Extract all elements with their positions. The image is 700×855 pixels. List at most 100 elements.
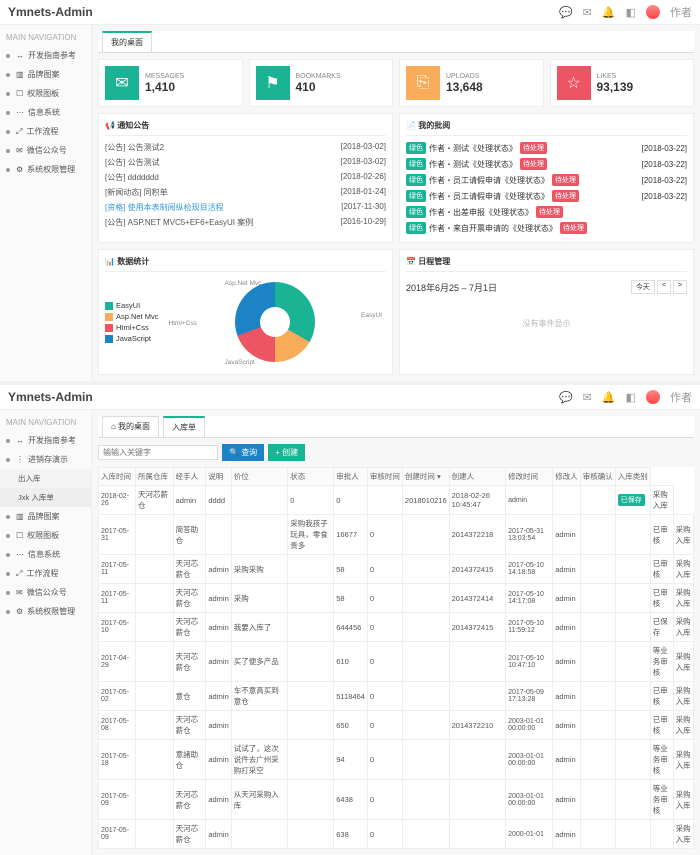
table-header[interactable]: 价位 xyxy=(231,468,287,486)
table-header[interactable]: 修改人 xyxy=(553,468,581,486)
table-row[interactable]: 2017-05-08天河芯薪仓admin650020143722102003-0… xyxy=(99,711,694,740)
sidebar-item[interactable]: ↔ 开发指南参考 xyxy=(0,431,91,450)
legend-item: EasyUI xyxy=(105,301,159,310)
table-row[interactable]: 2017-05-09天河芯薪仓admin63802000-01-01admin采… xyxy=(99,820,694,849)
nav-icon: ☐ xyxy=(16,531,23,540)
stat-card: ⚑BOOKMARKS410 xyxy=(249,59,394,107)
legend-item: JavaScript xyxy=(105,334,159,343)
sidebar-item[interactable]: ▥ 品牌图案 xyxy=(0,507,91,526)
tab[interactable]: 我的桌面 xyxy=(102,31,152,52)
stat-icon: ⚑ xyxy=(256,66,290,100)
mail-icon[interactable]: ✉ xyxy=(583,6,592,19)
chat-icon[interactable]: 💬 xyxy=(559,6,573,19)
notice-item[interactable]: [公告] 公告测试2[2018-03-02] xyxy=(105,140,386,155)
table-header[interactable]: 说明 xyxy=(206,468,231,486)
megaphone-icon: 📢 xyxy=(105,121,115,130)
notice-item[interactable]: [公告] 公告测试[2018-03-02] xyxy=(105,155,386,170)
nav-icon: ↔ xyxy=(16,51,24,60)
stat-card: ⎘UPLOADS13,648 xyxy=(399,59,544,107)
table-row[interactable]: 2017-05-02意仓admin车不意高买到意仓511846402017-05… xyxy=(99,682,694,711)
sidebar-item[interactable]: ⚙ 系统权限管理 xyxy=(0,160,91,179)
bell-icon[interactable]: 🔔 xyxy=(602,6,616,19)
sidebar-item[interactable]: ↔ 开发指南参考 xyxy=(0,46,91,65)
tab-bar: ⌂ 我的桌面入库单 xyxy=(98,416,694,438)
legend-item: Asp.Net Mvc xyxy=(105,312,159,321)
bell-icon[interactable]: 🔔 xyxy=(602,391,616,404)
tab[interactable]: 入库单 xyxy=(163,416,205,437)
toolbar: 🔍 查询 + 创建 xyxy=(98,438,694,467)
table-header[interactable]: 入库时间 xyxy=(99,468,136,486)
notice-panel: 📢 通知公告 [公告] 公告测试2[2018-03-02][公告] 公告测试[2… xyxy=(98,113,393,243)
table-row[interactable]: 2017-05-10天河芯薪仓admin我要入库了644456020143724… xyxy=(99,613,694,642)
user-name[interactable]: 作者 xyxy=(670,389,692,405)
table-row[interactable]: 2017-04-29天河芯薪仓admin买了便多产品61002017-05-10… xyxy=(99,642,694,682)
nav-icon: ✉ xyxy=(16,146,23,155)
table-header[interactable]: 创建人 xyxy=(449,468,505,486)
sidebar-item[interactable]: ⤢ 工作流程 xyxy=(0,564,91,583)
tab[interactable]: ⌂ 我的桌面 xyxy=(102,416,159,437)
table-row[interactable]: 2017-05-18意諸助仓admin试试了，这次说件去广州采购打采空94020… xyxy=(99,740,694,780)
create-button[interactable]: + 创建 xyxy=(268,444,305,461)
stat-icon: ⎘ xyxy=(406,66,440,100)
nav-icon: ⤢ xyxy=(16,127,22,137)
chart-icon: 📊 xyxy=(105,257,115,266)
nav-icon: ▥ xyxy=(16,512,24,521)
notice-item[interactable]: [新闻动态] 同积单[2018-01-24] xyxy=(105,185,386,200)
stat-card: ✉MESSAGES1,410 xyxy=(98,59,243,107)
table-header[interactable]: 所属仓库 xyxy=(136,468,174,486)
chat-icon[interactable]: 💬 xyxy=(559,391,573,404)
doc-icon: 📄 xyxy=(406,121,416,130)
search-input[interactable] xyxy=(98,445,218,460)
table-header[interactable]: 入库类别 xyxy=(615,468,650,486)
notice-item[interactable]: [资格] 使用本表制阅纵检现目活程[2017-11-30] xyxy=(105,200,386,215)
card-icon[interactable]: ◧ xyxy=(626,6,636,19)
sidebar-item[interactable]: Jxk 入库单 xyxy=(0,488,91,507)
topbar: Ymnets-Admin 💬 ✉ 🔔 ◧ 作者 xyxy=(0,385,700,410)
notice-item[interactable]: [公告] ASP.NET MVC5+EF6+EasyUI 案例[2016-10-… xyxy=(105,215,386,230)
card-icon[interactable]: ◧ xyxy=(626,391,636,404)
approval-item[interactable]: 绿色作者・测试《处理状态》待处理[2018-03-22] xyxy=(406,140,687,156)
sidebar-item[interactable]: ⋯ 信息系统 xyxy=(0,545,91,564)
sidebar-item[interactable]: ☐ 权限图板 xyxy=(0,526,91,545)
notice-item[interactable]: [公告] ddddddd[2018-02-26] xyxy=(105,170,386,185)
table-header[interactable]: 经手人 xyxy=(173,468,206,486)
approval-item[interactable]: 绿色作者・来自开票申请的《处理状态》待处理 xyxy=(406,220,687,236)
avatar[interactable] xyxy=(646,390,660,404)
sidebar-header: MAIN NAVIGATION xyxy=(0,414,91,431)
table-header[interactable]: 创建时间 ▾ xyxy=(402,468,449,486)
brand: Ymnets-Admin xyxy=(8,390,93,404)
approval-item[interactable]: 绿色作者・员工请假申请《处理状态》待处理[2018-03-22] xyxy=(406,172,687,188)
table-header[interactable]: 修改时间 xyxy=(506,468,553,486)
approval-item[interactable]: 绿色作者・测试《处理状态》待处理[2018-03-22] xyxy=(406,156,687,172)
approval-item[interactable]: 绿色作者・出差申报《处理状态》待处理 xyxy=(406,204,687,220)
calendar-prev-button[interactable]: < xyxy=(657,280,671,294)
sidebar-item[interactable]: 出入库 xyxy=(0,469,91,488)
user-name[interactable]: 作者 xyxy=(670,4,692,20)
sidebar-item[interactable]: ✉ 微信公众号 xyxy=(0,141,91,160)
table-row[interactable]: 2017-05-11天河芯薪仓admin采购采购5802014372415201… xyxy=(99,555,694,584)
sidebar-item[interactable]: ✉ 微信公众号 xyxy=(0,583,91,602)
sidebar-item[interactable]: ☐ 权限图板 xyxy=(0,84,91,103)
sidebar-item[interactable]: ▥ 品牌图案 xyxy=(0,65,91,84)
table-row[interactable]: 2017-05-09天河芯薪仓admin从天河采购入库643802003-01-… xyxy=(99,780,694,820)
table-header[interactable]: 审批人 xyxy=(334,468,368,486)
tab-bar: 我的桌面 xyxy=(98,31,694,53)
sidebar-item[interactable]: ⋮ 进销存演示 xyxy=(0,450,91,469)
table-header[interactable]: 审核确认 xyxy=(580,468,615,486)
calendar-today-button[interactable]: 今天 xyxy=(631,280,655,294)
avatar[interactable] xyxy=(646,5,660,19)
query-button[interactable]: 🔍 查询 xyxy=(222,444,264,461)
mail-icon[interactable]: ✉ xyxy=(583,391,592,404)
table-row[interactable]: 2017-05-11天河芯薪仓admin采购58020143724142017-… xyxy=(99,584,694,613)
sidebar-item[interactable]: ⚙ 系统权限管理 xyxy=(0,602,91,621)
calendar-next-button[interactable]: > xyxy=(673,280,687,294)
table-row[interactable]: 2017-05-31简答助仓采购我孩子玩具，零食贵多16677020143722… xyxy=(99,515,694,555)
approval-item[interactable]: 绿色作者・员工请假申请《处理状态》待处理[2018-03-22] xyxy=(406,188,687,204)
sidebar-item[interactable]: ⤢ 工作流程 xyxy=(0,122,91,141)
table-row[interactable]: 2018-02-26天河芯薪仓admindddd0020180102162018… xyxy=(99,486,694,515)
table-header[interactable]: 审核时间 xyxy=(367,468,402,486)
sidebar-item[interactable]: ⋯ 信息系统 xyxy=(0,103,91,122)
topbar-icons: 💬 ✉ 🔔 ◧ 作者 xyxy=(559,4,692,20)
nav-icon: ⚙ xyxy=(16,165,23,174)
table-header[interactable]: 状态 xyxy=(288,468,334,486)
